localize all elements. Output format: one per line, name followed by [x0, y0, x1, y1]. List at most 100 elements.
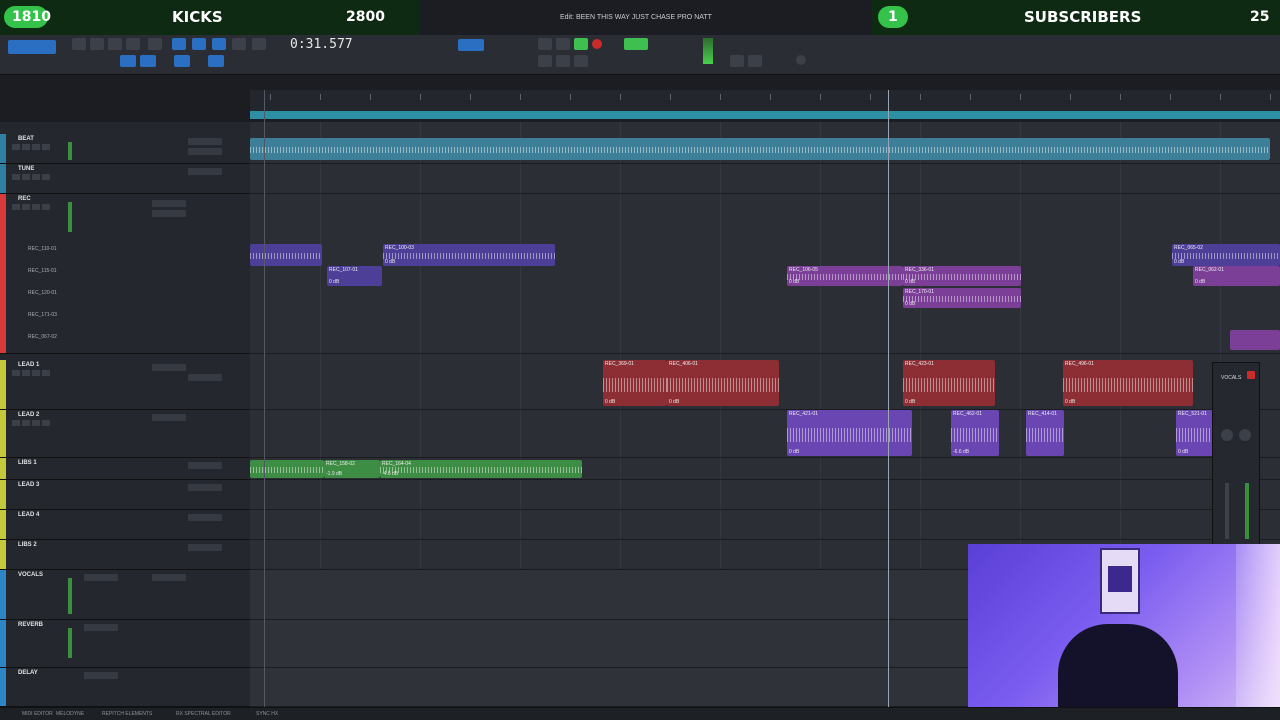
audio-clip[interactable]	[250, 244, 322, 266]
track-header-tune[interactable]: TUNE	[0, 164, 250, 194]
audio-clip[interactable]: REC_496-01 0 dB	[1063, 360, 1193, 406]
send-delay-slot[interactable]	[152, 210, 186, 217]
track-name[interactable]: BEAT	[18, 136, 34, 142]
mute-solo-record-buttons[interactable]	[12, 204, 52, 210]
track-name[interactable]: REVERB	[18, 622, 43, 628]
melodyne-tab[interactable]: MELODYNE	[56, 711, 84, 717]
insert-slot[interactable]	[84, 672, 118, 679]
track-header-lead-4[interactable]: LEAD 4	[0, 510, 250, 540]
repitch-tab[interactable]: REPITCH ELEMENTS	[102, 711, 152, 717]
audio-clip[interactable]: REC_423-01 0 dB	[903, 360, 995, 406]
nudge-toggle-button[interactable]	[140, 55, 156, 67]
go-to-start-icon[interactable]	[538, 55, 552, 67]
tab-to-transient-button[interactable]	[208, 55, 224, 67]
lane-lead-2[interactable]: REC_421-01 0 dB REC_462-01 -6.6 dB REC_414…	[250, 410, 1280, 458]
midi-editor-tab[interactable]: MIDI EDITOR	[22, 711, 53, 717]
audio-clip[interactable]	[250, 460, 324, 478]
track-header-libs-1[interactable]: LIBS 1	[0, 458, 250, 480]
smart-tool-icon[interactable]	[192, 38, 206, 50]
track-name[interactable]: DELAY	[18, 670, 38, 676]
mute-solo-record-buttons[interactable]	[12, 420, 52, 426]
mute-solo-record-buttons[interactable]	[12, 370, 52, 376]
track-header-beat[interactable]: BEAT	[0, 134, 250, 164]
insert-slot[interactable]	[188, 138, 222, 145]
grid-toggle-button[interactable]	[120, 55, 136, 67]
send-reverb-slot[interactable]	[152, 200, 186, 207]
track-header-delay[interactable]: DELAY	[0, 668, 250, 707]
main-counter[interactable]: 0:31.577	[290, 37, 370, 53]
lock-icon[interactable]	[748, 55, 762, 67]
send-slot[interactable]	[152, 364, 186, 371]
audio-clip[interactable]: REC_414-01	[1026, 410, 1064, 456]
track-header-lead-3[interactable]: LEAD 3	[0, 480, 250, 510]
play-icon[interactable]	[574, 38, 588, 50]
lane-lead-3[interactable]	[250, 480, 1280, 510]
insert-slot[interactable]	[84, 574, 118, 581]
volume-slot[interactable]	[188, 374, 222, 381]
lane-beat[interactable]	[250, 134, 1280, 164]
track-header-rec[interactable]: REC REC_110-01 REC_115-01 REC_120-01 REC…	[0, 194, 250, 354]
fast-forward-icon[interactable]	[556, 55, 570, 67]
lane-libs-1[interactable]: REC_158-02 -1.9 dB REC_164-04 -4.6 dB	[250, 458, 1280, 480]
audio-clip[interactable]: REC_106-05 0 dB	[787, 266, 903, 286]
count-off-button[interactable]	[624, 38, 648, 50]
record-icon[interactable]	[592, 39, 602, 49]
track-header-reverb[interactable]: REVERB	[0, 620, 250, 668]
marker-ruler-bar[interactable]	[250, 111, 1280, 119]
lane-lead-1[interactable]: REC_369-01 0 dB REC_406-01 0 dB REC_423-01…	[250, 360, 1280, 410]
send-slot[interactable]	[152, 414, 186, 421]
audio-clip[interactable]: REC_421-01 0 dB	[787, 410, 912, 456]
audio-clip[interactable]	[1230, 330, 1280, 350]
track-name[interactable]: VOCALS	[18, 572, 43, 578]
audio-clip[interactable]: REC_521-01 0 dB	[1176, 410, 1216, 456]
lane-rec[interactable]: REC_100-03 0 dB REC_107-01 0 dB REC_106-05…	[250, 194, 1280, 354]
audio-clip[interactable]: REC_100-03 0 dB	[383, 244, 555, 266]
track-name[interactable]: LEAD 3	[18, 482, 39, 488]
close-icon[interactable]	[1247, 371, 1255, 379]
audio-clip[interactable]: REC_065-02 0 dB	[1172, 244, 1280, 266]
track-name[interactable]: REC	[18, 196, 31, 202]
gear-icon[interactable]	[796, 55, 806, 65]
track-header-vocals[interactable]: VOCALS	[0, 570, 250, 620]
instrument-slot[interactable]	[188, 514, 222, 521]
lane-tune[interactable]	[250, 164, 1280, 194]
grid-value-button[interactable]	[458, 39, 484, 51]
track-name[interactable]: LIBS 2	[18, 542, 37, 548]
track-name[interactable]: LIBS 1	[18, 460, 37, 466]
go-to-end-icon[interactable]	[574, 55, 588, 67]
send-slot[interactable]	[152, 574, 186, 581]
rewind-icon[interactable]	[538, 38, 552, 50]
trim-tool-icon[interactable]	[108, 38, 122, 50]
link-toggle-button[interactable]	[174, 55, 190, 67]
pencil-tool-icon[interactable]	[232, 38, 246, 50]
track-name[interactable]: LEAD 4	[18, 512, 39, 518]
audio-clip[interactable]: REC_170-01 0 dB	[903, 288, 1021, 308]
stop-icon[interactable]	[556, 38, 570, 50]
pan-knob-icon[interactable]	[1239, 429, 1251, 441]
track-header-libs-2[interactable]: LIBS 2	[0, 540, 250, 570]
audio-clip[interactable]: REC_164-04 -4.6 dB	[380, 460, 582, 478]
instrument-slot[interactable]	[188, 462, 222, 469]
pan-knob-icon[interactable]	[1221, 429, 1233, 441]
audio-clip[interactable]: REC_062-01 0 dB	[1193, 266, 1280, 286]
mute-solo-record-buttons[interactable]	[12, 174, 52, 180]
track-name[interactable]: LEAD 2	[18, 412, 39, 418]
zoom-icon[interactable]	[72, 38, 86, 50]
search-icon[interactable]	[148, 38, 162, 50]
audio-clip[interactable]: REC_158-02 -1.9 dB	[324, 460, 380, 478]
search-icon-2[interactable]	[730, 55, 744, 67]
rx-spectral-tab[interactable]: RX SPECTRAL EDITOR	[176, 711, 231, 717]
insert-slot[interactable]	[188, 168, 222, 175]
audio-clip[interactable]: REC_462-01 -6.6 dB	[951, 410, 999, 456]
grabber-tool-icon[interactable]	[172, 38, 186, 50]
selector-tool-icon[interactable]	[126, 38, 140, 50]
instrument-slot[interactable]	[188, 544, 222, 551]
mute-solo-record-buttons[interactable]	[12, 144, 52, 150]
volume-fader[interactable]	[1225, 483, 1229, 539]
edit-mode-selector[interactable]	[8, 40, 56, 54]
audio-clip[interactable]: REC_336-01 0 dB	[903, 266, 1021, 286]
lane-lead-4[interactable]	[250, 510, 1280, 540]
track-header-lead-2[interactable]: LEAD 2	[0, 410, 250, 458]
zoom-icon-2[interactable]	[90, 38, 104, 50]
beat-clip[interactable]	[250, 138, 1270, 160]
